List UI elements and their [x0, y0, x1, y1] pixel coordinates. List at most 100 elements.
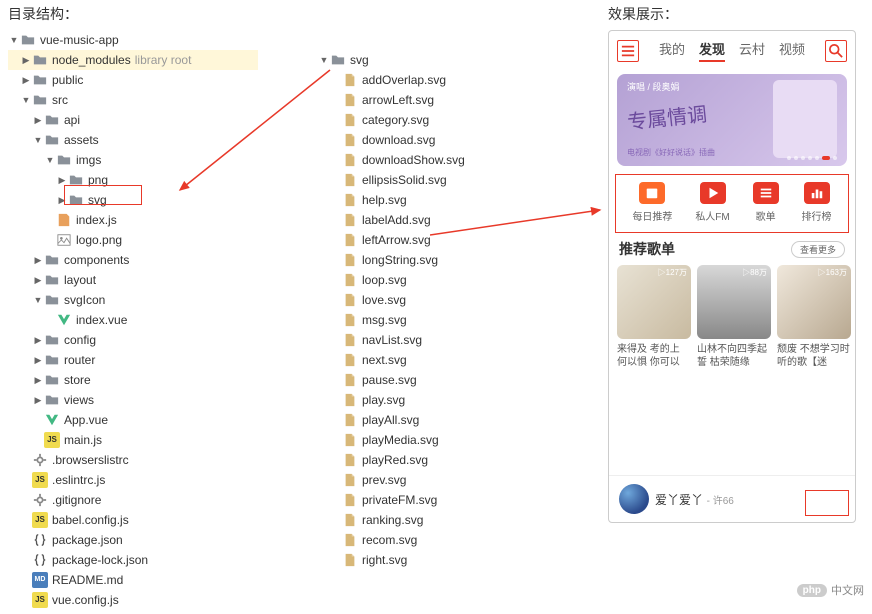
album-card[interactable]: ▷127万来得及 考的上 何以惧 你可以: [617, 265, 691, 369]
file-label: msg.svg: [362, 310, 407, 330]
tree-item-api[interactable]: ▶api: [8, 110, 258, 130]
tree-item-layout[interactable]: ▶layout: [8, 270, 258, 290]
tree-item-store[interactable]: ▶store: [8, 370, 258, 390]
svg-file-privateFM[interactable]: privateFM.svg: [318, 490, 538, 510]
folder-icon: [32, 92, 48, 108]
tree-item-png[interactable]: ▶png: [8, 170, 258, 190]
expand-icon: ▼: [44, 150, 56, 170]
file-icon: [342, 132, 358, 148]
album-title: 山林不向四季起誓 枯荣随缘: [697, 343, 771, 369]
album-title: 颓废 不想学习时听的歌【迷: [777, 343, 851, 369]
tree-label: public: [52, 70, 83, 90]
svg-file-play[interactable]: play.svg: [318, 390, 538, 410]
svg-file-right[interactable]: right.svg: [318, 550, 538, 570]
svg-file-download[interactable]: download.svg: [318, 130, 538, 150]
category-list[interactable]: 歌单: [753, 182, 779, 223]
file-label: arrowLeft.svg: [362, 90, 434, 110]
highlight-box-player: [805, 490, 849, 516]
folder-icon: [32, 52, 48, 68]
tab-mine[interactable]: 我的: [659, 39, 685, 62]
svg-file-longString[interactable]: longString.svg: [318, 250, 538, 270]
tree-item-vue-music-app[interactable]: ▼vue-music-app: [8, 30, 258, 50]
banner[interactable]: 演唱 / 段奥娟 专属情调 电视剧《好好说话》插曲: [617, 74, 847, 166]
tree-folder-svg[interactable]: ▼ svg: [318, 50, 538, 70]
view-more-button[interactable]: 查看更多: [791, 241, 845, 258]
svg-file-category[interactable]: category.svg: [318, 110, 538, 130]
expand-icon: ▶: [32, 390, 44, 410]
banner-pagination[interactable]: [787, 156, 837, 160]
tree-item-main-js[interactable]: JSmain.js: [8, 430, 258, 450]
file-icon: [342, 412, 358, 428]
js-icon: JS: [32, 512, 48, 528]
file-icon: [342, 332, 358, 348]
category-play[interactable]: 私人FM: [695, 182, 729, 223]
tree-item-components[interactable]: ▶components: [8, 250, 258, 270]
tree-label: .eslintrc.js: [52, 470, 105, 490]
svg-file-playAll[interactable]: playAll.svg: [318, 410, 538, 430]
tree-item--gitignore[interactable]: .gitignore: [8, 490, 258, 510]
tree-item-index-js[interactable]: index.js: [8, 210, 258, 230]
tree-item-babel-config-js[interactable]: JSbabel.config.js: [8, 510, 258, 530]
svg-file-arrowLeft[interactable]: arrowLeft.svg: [318, 90, 538, 110]
tree-item-index-vue[interactable]: index.vue: [8, 310, 258, 330]
svg-file-loop[interactable]: loop.svg: [318, 270, 538, 290]
svg-file-navList[interactable]: navList.svg: [318, 330, 538, 350]
project-tree[interactable]: ▼vue-music-app▶node_moduleslibrary root▶…: [8, 30, 258, 610]
tree-item-package-lock-json[interactable]: package-lock.json: [8, 550, 258, 570]
search-button[interactable]: [825, 40, 847, 62]
svg-file-help[interactable]: help.svg: [318, 190, 538, 210]
category-calendar[interactable]: 每日推荐: [632, 182, 672, 223]
svg-file-ranking[interactable]: ranking.svg: [318, 510, 538, 530]
svg-file-prev[interactable]: prev.svg: [318, 470, 538, 490]
tree-item-config[interactable]: ▶config: [8, 330, 258, 350]
file-label: recom.svg: [362, 530, 417, 550]
tree-item--browserslistrc[interactable]: .browserslistrc: [8, 450, 258, 470]
expand-icon: ▼: [20, 90, 32, 110]
svg-file-leftArrow[interactable]: leftArrow.svg: [318, 230, 538, 250]
tree-item-svgIcon[interactable]: ▼svgIcon: [8, 290, 258, 310]
tree-item-imgs[interactable]: ▼ imgs: [8, 150, 258, 170]
folder-icon: [330, 52, 346, 68]
file-icon: [342, 152, 358, 168]
svg-file-love[interactable]: love.svg: [318, 290, 538, 310]
svg-folder-tree[interactable]: ▼ svg addOverlap.svgarrowLeft.svgcategor…: [318, 50, 538, 570]
file-icon: [342, 512, 358, 528]
album-card[interactable]: ▷88万山林不向四季起誓 枯荣随缘: [697, 265, 771, 369]
tree-item-vue-config-js[interactable]: JSvue.config.js: [8, 590, 258, 610]
svg-file-ellipsisSolid[interactable]: ellipsisSolid.svg: [318, 170, 538, 190]
tab-video[interactable]: 视频: [779, 39, 805, 62]
svg-file-playRed[interactable]: playRed.svg: [318, 450, 538, 470]
svg-file-labelAdd[interactable]: labelAdd.svg: [318, 210, 538, 230]
svg-file-playMedia[interactable]: playMedia.svg: [318, 430, 538, 450]
tree-item-logo-png[interactable]: logo.png: [8, 230, 258, 250]
tree-item-public[interactable]: ▶public: [8, 70, 258, 90]
tree-item-src[interactable]: ▼src: [8, 90, 258, 110]
banner-subtitle: 电视剧《好好说话》插曲: [627, 147, 715, 158]
track-avatar[interactable]: [619, 484, 649, 514]
tab-discover[interactable]: 发现: [699, 39, 725, 62]
svg-file-msg[interactable]: msg.svg: [318, 310, 538, 330]
tree-item-router[interactable]: ▶router: [8, 350, 258, 370]
tree-item--eslintrc-js[interactable]: JS.eslintrc.js: [8, 470, 258, 490]
file-icon: [342, 192, 358, 208]
tree-label: imgs: [76, 150, 101, 170]
tree-item-assets[interactable]: ▼assets: [8, 130, 258, 150]
tree-item-node_modules[interactable]: ▶node_moduleslibrary root: [8, 50, 258, 70]
svg-file-pause[interactable]: pause.svg: [318, 370, 538, 390]
tree-item-svg[interactable]: ▶svg: [8, 190, 258, 210]
tree-label: vue.config.js: [52, 590, 119, 610]
tree-item-App-vue[interactable]: App.vue: [8, 410, 258, 430]
album-card[interactable]: ▷163万颓废 不想学习时听的歌【迷: [777, 265, 851, 369]
tree-item-README-md[interactable]: MDREADME.md: [8, 570, 258, 590]
tree-item-package-json[interactable]: package.json: [8, 530, 258, 550]
svg-file-downloadShow[interactable]: downloadShow.svg: [318, 150, 538, 170]
tab-village[interactable]: 云村: [739, 39, 765, 62]
tree-item-views[interactable]: ▶views: [8, 390, 258, 410]
menu-button[interactable]: [617, 40, 639, 62]
tree-label: vue-music-app: [40, 30, 119, 50]
category-rank[interactable]: 排行榜: [802, 182, 832, 223]
svg-file-recom[interactable]: recom.svg: [318, 530, 538, 550]
file-label: pause.svg: [362, 370, 417, 390]
svg-file-addOverlap[interactable]: addOverlap.svg: [318, 70, 538, 90]
svg-file-next[interactable]: next.svg: [318, 350, 538, 370]
